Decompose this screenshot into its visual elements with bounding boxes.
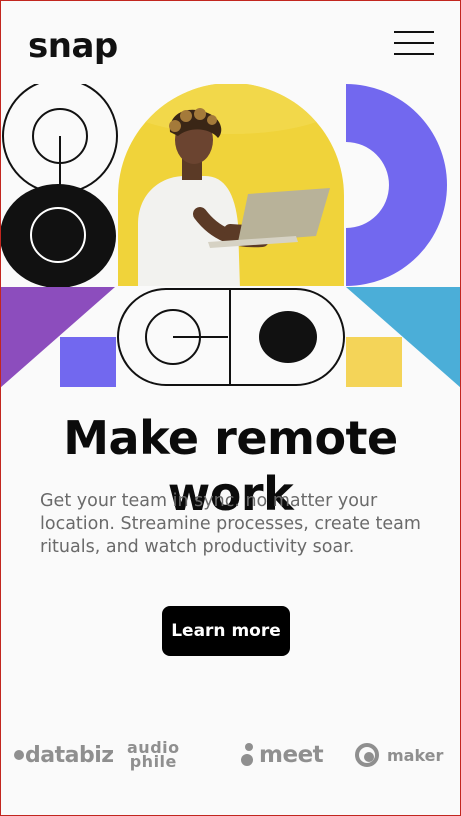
meet-logo: meet bbox=[241, 735, 324, 775]
databiz-dot-icon bbox=[14, 750, 24, 760]
hamburger-icon-bottom-bar bbox=[394, 53, 434, 55]
hamburger-icon bbox=[394, 31, 434, 33]
outlined-target-shape bbox=[2, 84, 118, 194]
site-header: snap bbox=[0, 0, 461, 88]
maker-swirl-icon bbox=[355, 743, 379, 767]
audiophile-logo: audio phile bbox=[127, 738, 180, 771]
purple-square-shape bbox=[60, 337, 116, 387]
hamburger-icon-middle-bar bbox=[394, 42, 434, 44]
yellow-square-shape bbox=[346, 337, 402, 387]
databiz-logo: databiz bbox=[14, 735, 114, 775]
meet-dots-icon bbox=[241, 743, 255, 767]
hero-illustration bbox=[0, 84, 461, 388]
pill-toggle-shape bbox=[117, 288, 345, 386]
hamburger-menu-button[interactable] bbox=[394, 31, 436, 57]
hero-photo bbox=[118, 84, 344, 286]
black-ring-shape bbox=[0, 184, 116, 288]
logo[interactable]: snap bbox=[28, 24, 118, 68]
client-logos: databiz audio phile meet maker bbox=[0, 735, 461, 775]
learn-more-button[interactable]: Learn more bbox=[162, 606, 290, 656]
purple-arc-shape bbox=[346, 84, 447, 286]
maker-logo: maker bbox=[355, 735, 443, 775]
hero-description: Get your team in sync. no matter your lo… bbox=[40, 491, 421, 557]
